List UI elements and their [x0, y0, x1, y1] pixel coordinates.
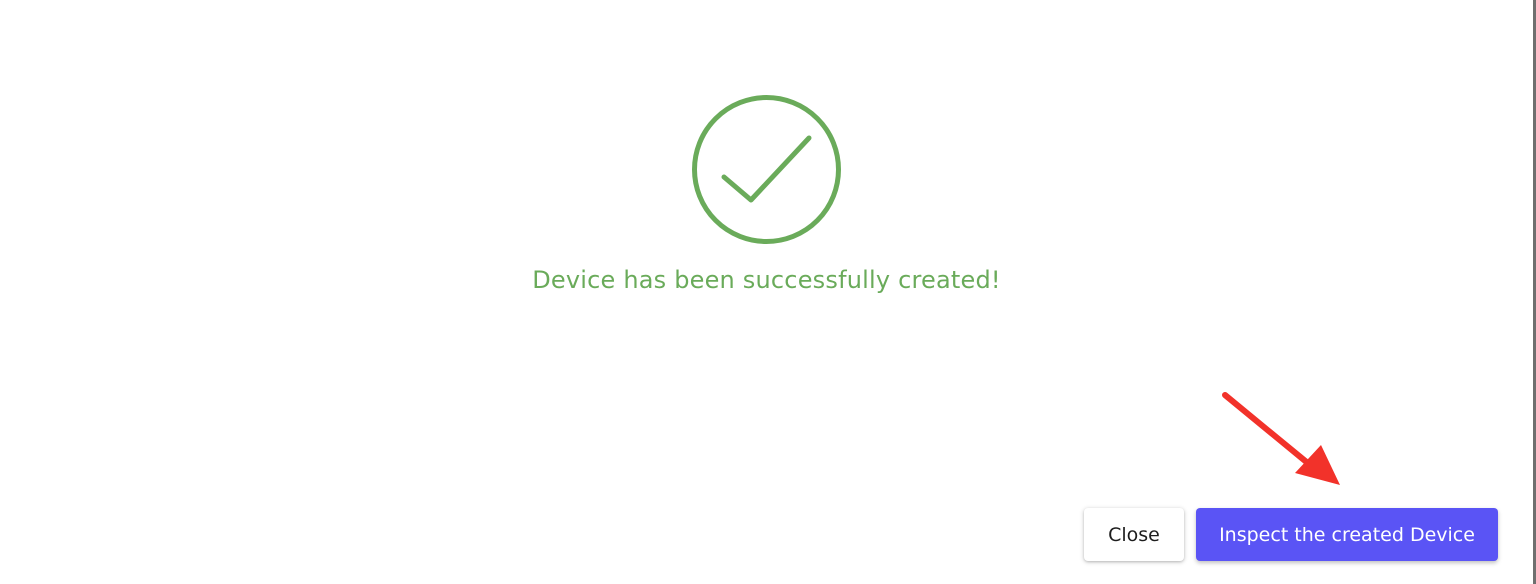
inspect-device-button[interactable]: Inspect the created Device — [1196, 508, 1498, 561]
check-circle-icon — [692, 95, 841, 244]
close-button[interactable]: Close — [1084, 508, 1184, 561]
red-arrow-icon — [1222, 392, 1340, 485]
success-message: Device has been successfully created! — [532, 266, 1001, 294]
success-dialog: Device has been successfully created! Cl… — [0, 0, 1533, 584]
